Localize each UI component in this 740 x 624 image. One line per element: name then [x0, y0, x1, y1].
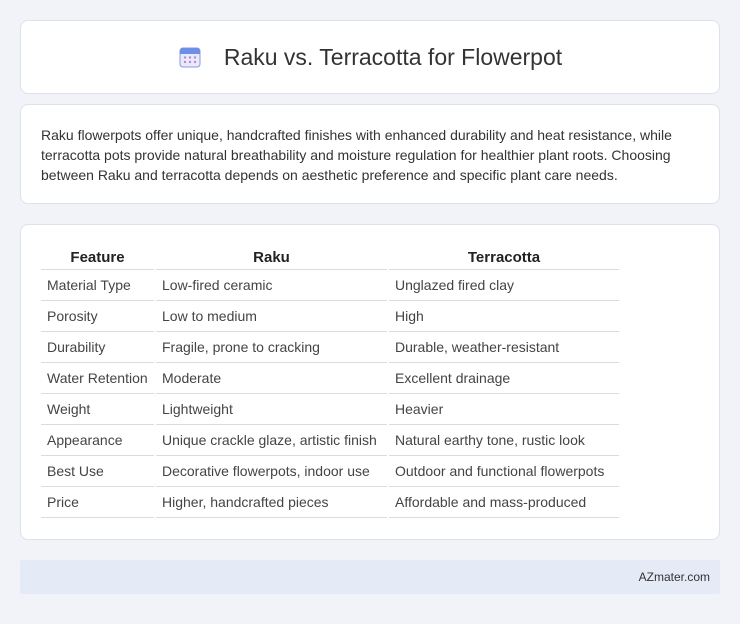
- feature-cell: Material Type: [41, 269, 155, 301]
- raku-cell: Unique crackle glaze, artistic finish: [154, 424, 388, 456]
- raku-cell: Decorative flowerpots, indoor use: [154, 455, 388, 487]
- intro-paragraph: Raku flowerpots offer unique, handcrafte…: [41, 127, 672, 183]
- raku-cell: Low to medium: [154, 300, 388, 332]
- table-row: Material Type Low-fired ceramic Unglazed…: [41, 269, 619, 301]
- footer-bar: AZmater.com: [20, 560, 720, 594]
- table-row: Durability Fragile, prone to cracking Du…: [41, 331, 619, 363]
- terracotta-cell: Excellent drainage: [387, 362, 619, 394]
- table-row: Price Higher, handcrafted pieces Afforda…: [41, 486, 619, 518]
- title-card: Raku vs. Terracotta for Flowerpot: [20, 20, 720, 94]
- raku-cell: Fragile, prone to cracking: [154, 331, 388, 363]
- table-row: Appearance Unique crackle glaze, artisti…: [41, 424, 619, 456]
- feature-cell: Best Use: [41, 455, 155, 487]
- table-row: Weight Lightweight Heavier: [41, 393, 619, 425]
- feature-cell: Appearance: [41, 424, 155, 456]
- raku-cell: Lightweight: [154, 393, 388, 425]
- table-row: Water Retention Moderate Excellent drain…: [41, 362, 619, 394]
- terracotta-cell: Heavier: [387, 393, 619, 425]
- terracotta-cell: Unglazed fired clay: [387, 269, 619, 301]
- intro-card: Raku flowerpots offer unique, handcrafte…: [20, 104, 720, 204]
- feature-cell: Durability: [41, 331, 155, 363]
- terracotta-cell: Outdoor and functional flowerpots: [387, 455, 619, 487]
- calendar-icon: [179, 47, 201, 68]
- terracotta-cell: Affordable and mass-produced: [387, 486, 619, 518]
- feature-cell: Weight: [41, 393, 155, 425]
- table-row: Porosity Low to medium High: [41, 300, 619, 332]
- comparison-card: Feature Raku Terracotta Material Type Lo…: [20, 224, 720, 540]
- page-title: Raku vs. Terracotta for Flowerpot: [223, 43, 563, 70]
- terracotta-cell: High: [387, 300, 619, 332]
- table-header-row: Feature Raku Terracotta: [41, 247, 619, 270]
- column-header-feature: Feature: [41, 247, 155, 270]
- table-row: Best Use Decorative flowerpots, indoor u…: [41, 455, 619, 487]
- feature-cell: Price: [41, 486, 155, 518]
- raku-cell: Moderate: [154, 362, 388, 394]
- title-row: Raku vs. Terracotta for Flowerpot: [178, 44, 562, 71]
- column-header-raku: Raku: [154, 247, 388, 270]
- terracotta-cell: Natural earthy tone, rustic look: [387, 424, 619, 456]
- footer-site-name: AZmater.com: [638, 570, 710, 584]
- feature-cell: Water Retention: [41, 362, 155, 394]
- raku-cell: Higher, handcrafted pieces: [154, 486, 388, 518]
- raku-cell: Low-fired ceramic: [154, 269, 388, 301]
- comparison-table: Feature Raku Terracotta Material Type Lo…: [41, 247, 619, 518]
- terracotta-cell: Durable, weather-resistant: [387, 331, 619, 363]
- feature-cell: Porosity: [41, 300, 155, 332]
- column-header-terracotta: Terracotta: [387, 247, 619, 270]
